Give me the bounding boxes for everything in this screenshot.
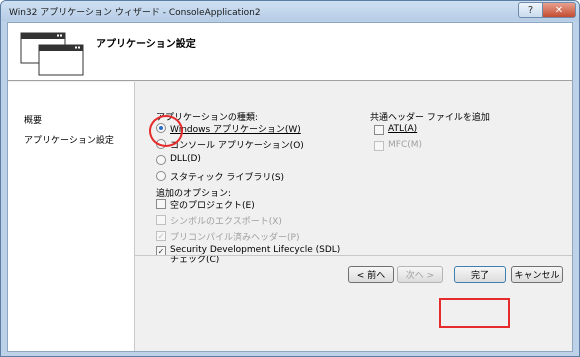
- page-title: アプリケーション設定: [96, 39, 196, 50]
- checkbox-icon: [156, 215, 166, 225]
- common-headers-label: 共通ヘッダー ファイルを追加: [370, 113, 490, 123]
- checkmark-icon: ✓: [156, 231, 166, 241]
- checkbox-icon: [156, 199, 166, 209]
- radio-button-icon: [156, 155, 166, 165]
- cancel-button[interactable]: キャンセル: [511, 266, 563, 283]
- title-bar: Win32 アプリケーション ウィザード - ConsoleApplicatio…: [1, 1, 579, 21]
- close-button[interactable]: ✕: [542, 2, 576, 18]
- wizard-header: アプリケーション設定: [8, 23, 572, 81]
- help-icon: ?: [527, 4, 534, 16]
- finish-button[interactable]: 完了: [454, 266, 506, 283]
- wizard-window: Win32 アプリケーション ウィザード - ConsoleApplicatio…: [0, 0, 580, 357]
- help-button[interactable]: ?: [518, 2, 543, 18]
- checkbox-icon: [374, 141, 384, 151]
- checkbox-icon: [374, 125, 384, 135]
- radio-dll[interactable]: DLL(D): [156, 154, 201, 165]
- wizard-sidebar: 概要 アプリケーション設定: [8, 82, 134, 351]
- next-button[interactable]: 次へ >: [397, 266, 443, 283]
- highlight-rect-annotation: [439, 298, 510, 328]
- radio-static-library[interactable]: スタティック ライブラリ(S): [156, 170, 284, 183]
- highlight-circle-annotation: [149, 115, 183, 147]
- radio-button-icon: [156, 171, 166, 181]
- back-button[interactable]: < 前へ: [348, 266, 394, 283]
- checkbox-precompiled-header[interactable]: ✓ プリコンパイル済みヘッダー(P): [156, 230, 299, 243]
- checkbox-atl[interactable]: ATL(A): [374, 124, 417, 135]
- sidebar-item-overview[interactable]: 概要: [24, 113, 42, 126]
- button-divider: [135, 255, 572, 256]
- checkbox-empty-project[interactable]: 空のプロジェクト(E): [156, 198, 255, 211]
- sidebar-item-app-settings[interactable]: アプリケーション設定: [24, 133, 114, 146]
- wizard-windows-icon: [20, 32, 84, 76]
- close-icon: ✕: [554, 4, 564, 16]
- checkbox-mfc[interactable]: MFC(M): [374, 140, 422, 151]
- checkbox-export-symbols[interactable]: シンボルのエクスポート(X): [156, 214, 282, 227]
- window-title: Win32 アプリケーション ウィザード - ConsoleApplicatio…: [9, 8, 261, 18]
